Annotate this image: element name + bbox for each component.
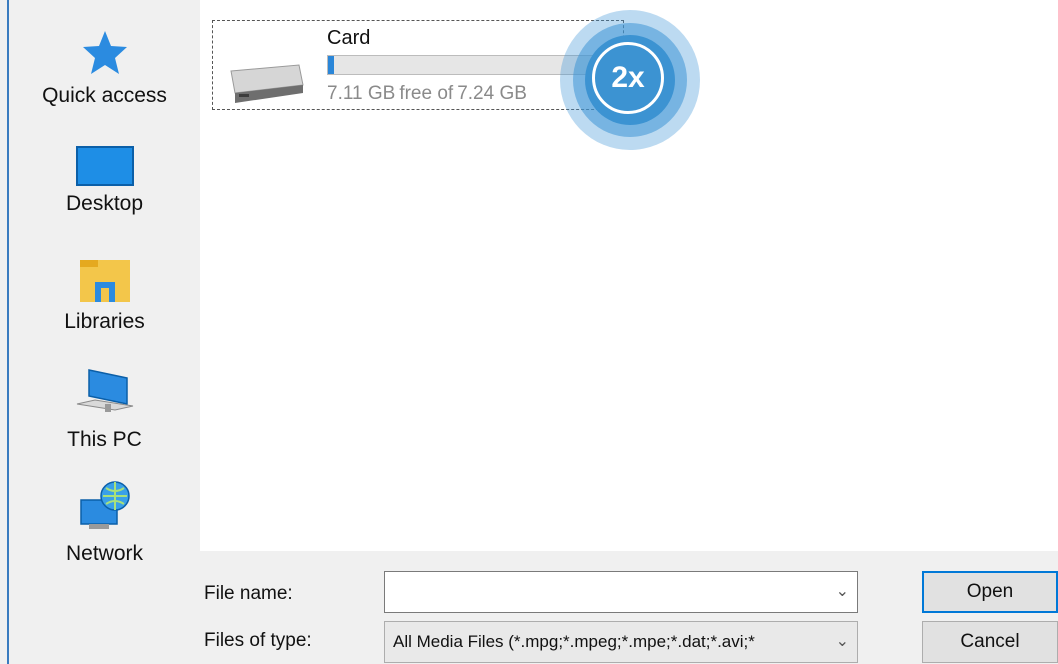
double-click-badge-label: 2x	[592, 42, 664, 114]
place-label: This PC	[67, 428, 142, 451]
open-button[interactable]: Open	[922, 571, 1058, 613]
place-network[interactable]: Network	[9, 480, 200, 566]
quick-access-star-icon	[82, 31, 127, 74]
file-name-combo[interactable]: ⌄	[384, 571, 858, 614]
files-of-type-label: Files of type:	[204, 630, 312, 651]
chevron-down-icon[interactable]: ⌄	[836, 581, 849, 601]
network-icon	[79, 481, 130, 529]
drive-space-separator: free of	[399, 83, 454, 104]
drive-space-text: 7.11 GB free of 7.24 GB	[327, 83, 527, 105]
files-of-type-value: All Media Files (*.mpg;*.mpeg;*.mpe;*.da…	[393, 632, 755, 651]
place-quick-access[interactable]: Quick access	[9, 28, 200, 108]
drive-usage-fill	[328, 56, 334, 74]
places-bar: Quick access Desktop Libraries This PC N…	[9, 0, 200, 664]
place-libraries[interactable]: Libraries	[9, 256, 200, 334]
cancel-button[interactable]: Cancel	[922, 621, 1058, 663]
place-label: Network	[65, 542, 144, 565]
this-pc-icon	[76, 369, 133, 412]
file-list-pane[interactable]: Card 7.11 GB free of 7.24 GB 2x	[200, 0, 1058, 551]
desktop-icon	[75, 146, 134, 186]
drive-name: Card	[327, 27, 371, 49]
place-desktop[interactable]: Desktop	[9, 146, 200, 216]
libraries-icon	[79, 260, 130, 302]
file-name-label: File name:	[204, 583, 293, 604]
drive-free: 7.11 GB	[327, 83, 396, 104]
place-this-pc[interactable]: This PC	[9, 366, 200, 452]
window-left-edge	[0, 0, 9, 664]
drive-total: 7.24 GB	[457, 83, 527, 104]
drive-icon	[230, 64, 304, 103]
files-of-type-select[interactable]: All Media Files (*.mpg;*.mpeg;*.mpe;*.da…	[384, 621, 858, 663]
chevron-down-icon[interactable]: ⌄	[836, 631, 849, 651]
place-label: Quick access	[42, 84, 167, 107]
place-label: Desktop	[65, 192, 144, 215]
file-name-input[interactable]	[391, 572, 825, 614]
place-label: Libraries	[64, 310, 145, 333]
